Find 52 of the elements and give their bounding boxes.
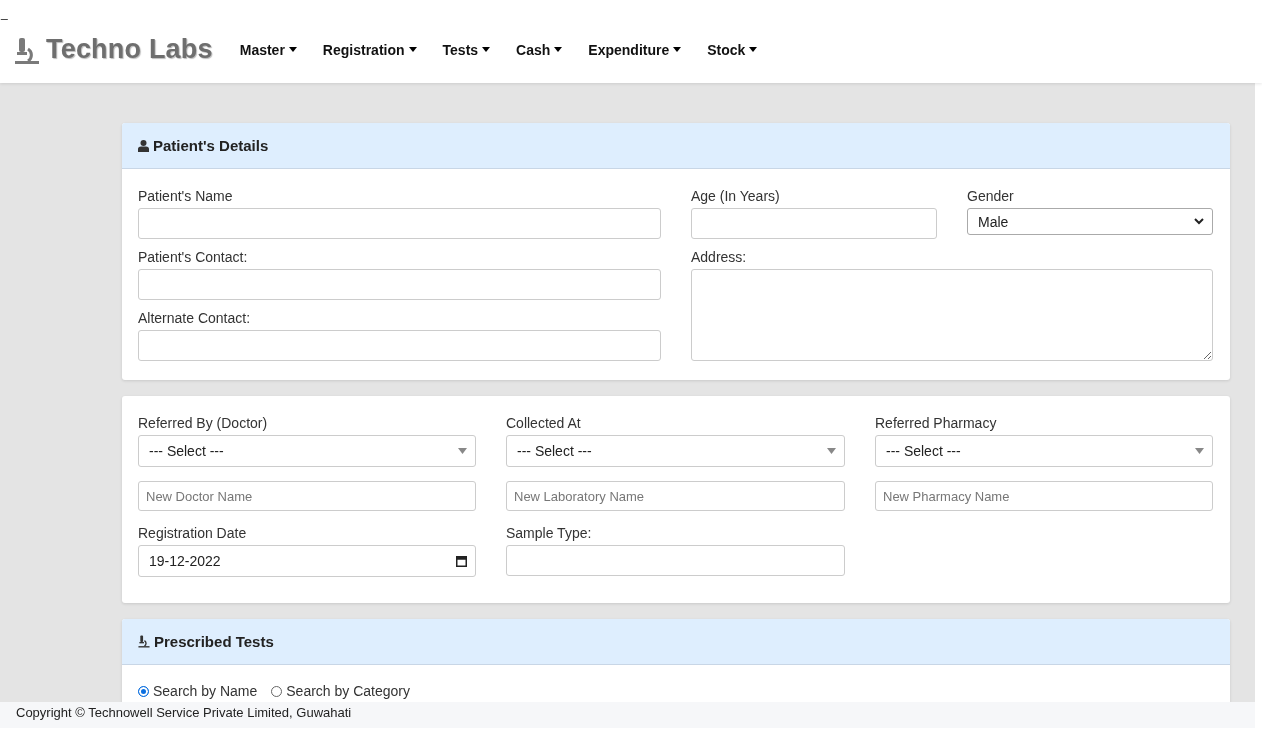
field-label: Gender	[967, 188, 1015, 204]
address-textarea[interactable]	[691, 269, 1213, 361]
nav-menu-link[interactable]: Registration	[309, 41, 430, 58]
field-label: Registration Date	[138, 525, 248, 541]
select-field[interactable]: --- Select ---	[875, 435, 1213, 467]
microscope-icon	[14, 37, 40, 65]
caret-icon	[673, 47, 682, 52]
person-icon	[138, 139, 149, 152]
card-title: Prescribed Tests	[154, 633, 274, 650]
brand-logo[interactable]: Techno Labs	[14, 34, 213, 65]
card-title: Patient's Details	[153, 137, 269, 154]
input-field[interactable]: New Pharmacy Name	[875, 481, 1213, 511]
gender-select[interactable]: Male	[967, 208, 1213, 235]
microscope-icon	[138, 635, 150, 648]
dropdown-arrow-icon	[458, 448, 467, 454]
input-field[interactable]: New Doctor Name	[138, 481, 476, 511]
nav-menu-link[interactable]: Tests	[429, 41, 504, 58]
field-label: Referred By (Doctor)	[138, 415, 269, 431]
caret-icon	[482, 47, 491, 52]
field-label: Patient's Name	[138, 188, 234, 204]
date-input[interactable]: 19-12-2022	[138, 545, 476, 577]
top-mark: _	[1, 6, 8, 20]
field-label: Patient's Contact:	[138, 249, 249, 265]
field-label: Sample Type:	[506, 525, 593, 541]
input-field[interactable]: New Laboratory Name	[506, 481, 845, 511]
caret-icon	[749, 47, 758, 52]
calendar-icon	[456, 555, 467, 567]
sample-type-input[interactable]	[506, 545, 845, 576]
nav-menu-link[interactable]: Master	[226, 41, 310, 58]
alternate-contact-input[interactable]	[138, 330, 661, 361]
nav-menu-link[interactable]: Stock	[694, 41, 771, 58]
age-input[interactable]	[691, 208, 937, 239]
caret-icon	[408, 47, 417, 52]
field-label: Collected At	[506, 415, 582, 431]
select-field[interactable]: --- Select ---	[138, 435, 476, 467]
caret-icon	[288, 47, 297, 52]
select-field[interactable]: --- Select ---	[506, 435, 845, 467]
search-mode-radio[interactable]: Search by Category	[271, 683, 410, 699]
name-input[interactable]	[138, 208, 661, 239]
chevron-down-icon	[1194, 218, 1204, 225]
dropdown-arrow-icon	[827, 448, 836, 454]
copyright-text: Copyright © Technowell Service Private Limited, Guwahati	[16, 705, 352, 720]
dropdown-arrow-icon	[1195, 448, 1204, 454]
field-label: Alternate Contact:	[138, 310, 252, 326]
field-label: Address:	[691, 249, 748, 265]
nav-menu-link[interactable]: Cash	[503, 41, 576, 58]
contact-input[interactable]	[138, 269, 661, 300]
caret-icon	[554, 47, 563, 52]
field-label: Referred Pharmacy	[875, 415, 998, 431]
nav-menu-link[interactable]: Expenditure	[575, 41, 695, 58]
search-mode-radio[interactable]: Search by Name	[138, 683, 258, 699]
field-label: Age (In Years)	[691, 188, 781, 204]
